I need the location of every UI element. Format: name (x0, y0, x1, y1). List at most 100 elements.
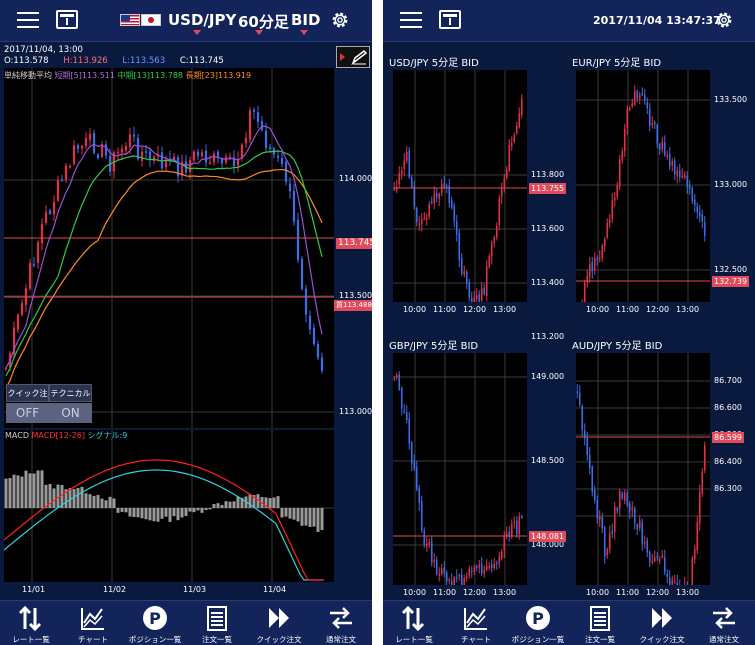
candle-body (591, 262, 594, 272)
candle-body (480, 564, 483, 574)
nav-item-position[interactable]: P ポジション一覧 (507, 601, 569, 645)
candle-body (698, 212, 701, 217)
window-layout-icon[interactable] (439, 10, 461, 29)
mini-chart-panel[interactable] (393, 70, 527, 338)
macd-histogram-bar (316, 508, 320, 532)
macd-histogram-bar (300, 508, 304, 526)
menu-icon[interactable] (400, 12, 422, 29)
menu-icon[interactable] (17, 12, 39, 29)
candle-body (646, 540, 649, 553)
nav-item-chart[interactable]: チャート (62, 601, 124, 645)
candle-body (683, 175, 686, 178)
pair-selector[interactable]: USD/JPY (168, 11, 236, 29)
candle-body (252, 109, 256, 112)
candle-body (641, 93, 644, 95)
nav-item-label: ポジション一覧 (511, 635, 565, 644)
macd-histogram-bar (276, 496, 280, 508)
candle-body (460, 258, 463, 274)
mini-price-axis-label: 132.500 (714, 265, 748, 274)
ask-price-tag: 買113.488 (334, 300, 372, 311)
candle-body (488, 255, 491, 267)
nav-item-quick-order[interactable]: クイック注文 (248, 601, 310, 645)
candle-body (468, 568, 471, 576)
mini-time-axis-label: 10:00 (586, 588, 610, 597)
candle-body (418, 487, 421, 503)
candle-body (152, 156, 156, 161)
macd-histogram-bar (152, 508, 156, 522)
candle-body (663, 142, 666, 156)
candle-body (676, 582, 679, 586)
macd-histogram-bar (312, 508, 316, 527)
candle-body (661, 555, 664, 558)
candle-body (84, 138, 88, 146)
mini-price-axis-label: 113.600 (531, 224, 565, 233)
quick-order-toggle[interactable]: OFF (6, 403, 49, 423)
nav-item-quick-order[interactable]: クイック注文 (631, 601, 693, 645)
macd-histogram-bar (84, 493, 88, 508)
nav-item-rate-list[interactable]: レート一覧 (383, 601, 445, 645)
macd-line (3, 459, 324, 581)
candle-body (415, 467, 418, 490)
window-layout-icon[interactable] (56, 10, 78, 29)
technical-toggle[interactable]: ON (49, 403, 92, 423)
candle-body (393, 378, 396, 380)
candle-body (52, 202, 56, 215)
svg-text:P: P (149, 609, 161, 628)
main-chart-area[interactable] (4, 68, 334, 428)
timeframe-selector[interactable]: 60分足 (238, 11, 289, 32)
macd-chart (3, 430, 334, 582)
candle-body (455, 577, 458, 579)
mini-chart-panel[interactable] (393, 353, 527, 599)
price-type-selector[interactable]: BID (291, 11, 320, 29)
candle-body (264, 130, 268, 148)
candle-body (72, 145, 76, 164)
candle-body (410, 176, 413, 188)
nav-item-order-list[interactable]: 注文一覧 (186, 601, 248, 645)
mini-time-axis-label: 12:00 (463, 305, 487, 314)
nav-item-position[interactable]: P ポジション一覧 (124, 601, 186, 645)
candle-body (613, 506, 616, 532)
mini-time-axis-label: 10:00 (586, 305, 610, 314)
candle-body (410, 442, 413, 464)
candle-body (212, 153, 216, 163)
candle-body (601, 245, 604, 258)
nav-item-chart[interactable]: チャート (445, 601, 507, 645)
date-axis-label: 11/03 (183, 585, 207, 594)
rate-list-icon (401, 605, 425, 632)
nav-item-rate-list[interactable]: レート一覧 (0, 601, 62, 645)
candle-body (400, 387, 403, 409)
candle-body (500, 551, 503, 559)
candle-body (80, 146, 84, 149)
candle-body (518, 112, 521, 127)
candle-body (304, 288, 308, 315)
macd-histogram-bar (160, 508, 164, 519)
mini-price-axis-label: 148.500 (531, 456, 565, 465)
drawing-tool-button[interactable] (336, 46, 370, 68)
candle-body (465, 271, 468, 284)
nav-item-order-list[interactable]: 注文一覧 (569, 601, 631, 645)
candle-body (698, 492, 701, 524)
ohlc-high: H:113.926 (63, 56, 108, 66)
candle-body (480, 288, 483, 301)
nav-item-normal-order[interactable]: 通常注文 (693, 601, 755, 645)
mini-price-axis-label: 86.400 (714, 457, 742, 466)
mini-time-axis-label: 13:00 (676, 588, 700, 597)
multi-chart-screen: 2017/11/04 13:47:37 USD/JPY 5分足 BID 113.8… (383, 0, 755, 645)
candle-body (56, 180, 60, 201)
candle-body (478, 564, 481, 568)
candle-body (611, 531, 614, 534)
candle-body (633, 508, 636, 524)
candle-body (593, 490, 596, 501)
candle-body (400, 170, 403, 174)
position-icon: P (526, 606, 550, 630)
settings-gear-icon[interactable] (329, 9, 351, 31)
candle-body (606, 549, 609, 556)
mini-chart-panel[interactable] (576, 70, 710, 319)
mini-chart-panel[interactable] (576, 353, 710, 601)
candle-body (626, 108, 629, 129)
nav-item-normal-order[interactable]: 通常注文 (310, 601, 372, 645)
candle-body (586, 276, 589, 283)
macd-histogram-bar (164, 508, 168, 517)
macd-panel[interactable] (3, 430, 334, 582)
settings-gear-icon[interactable] (713, 9, 735, 31)
